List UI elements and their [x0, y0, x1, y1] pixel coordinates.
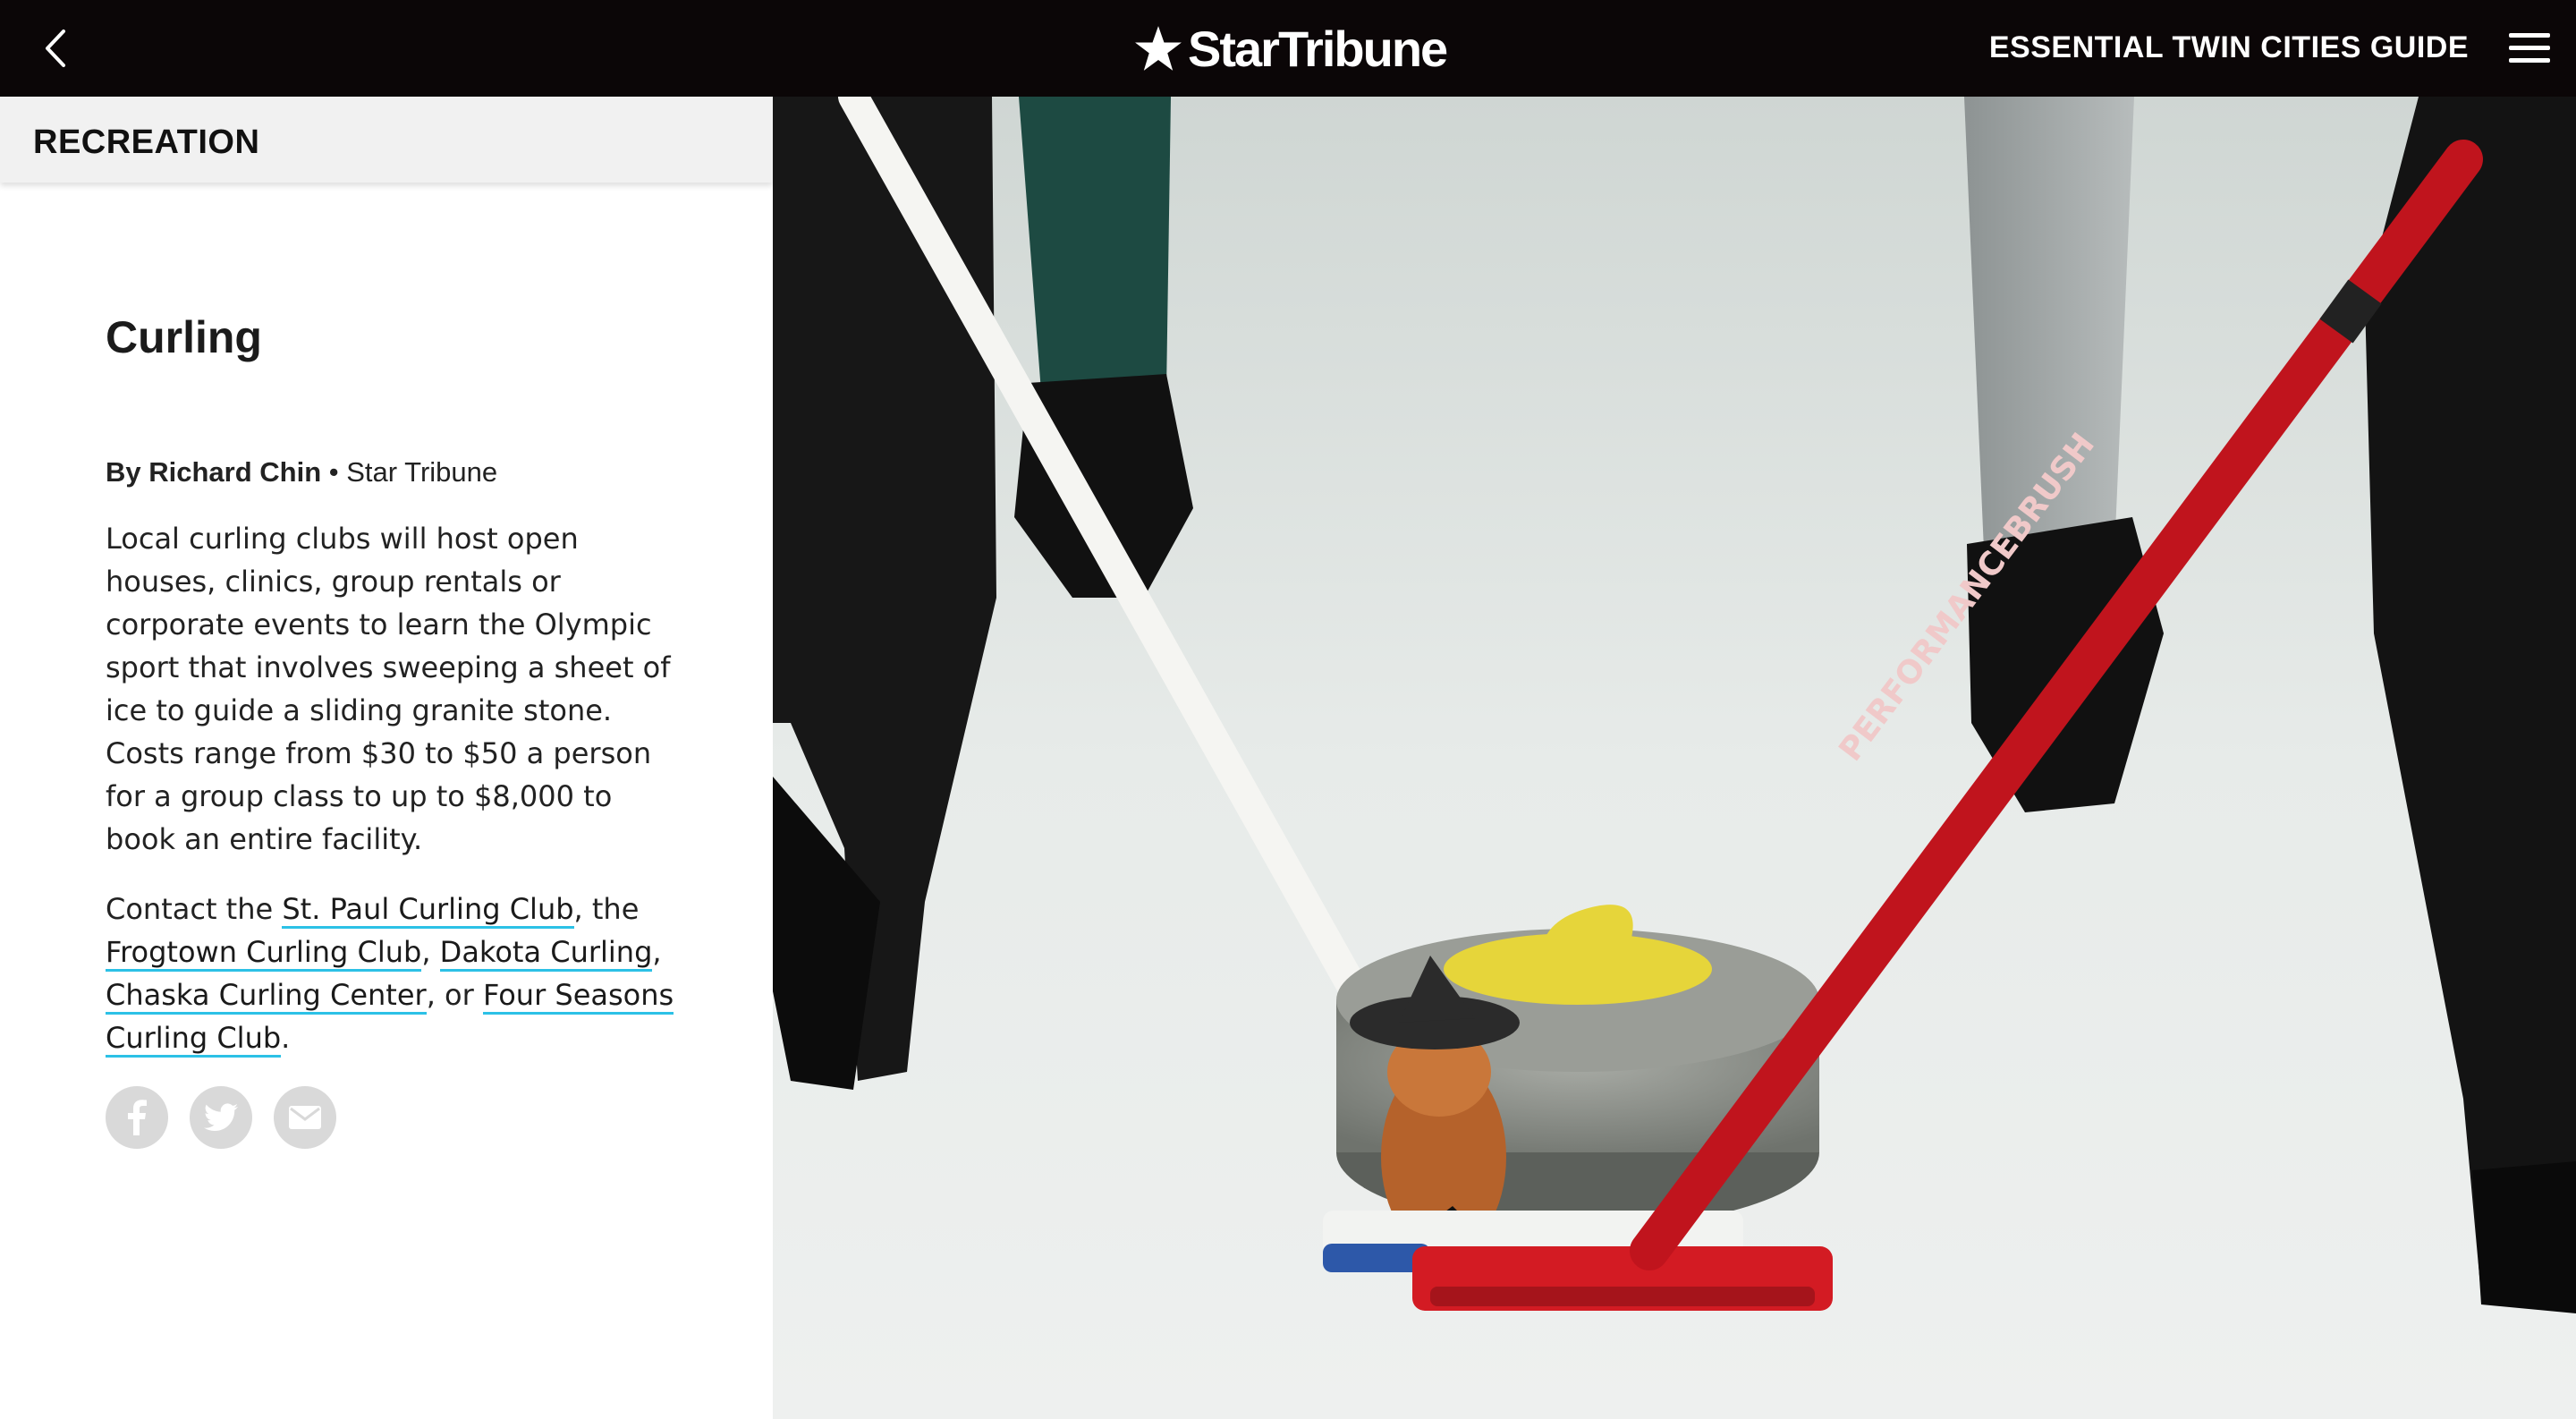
curling-illustration: PERFORMANCEBRUSH	[773, 97, 2576, 1419]
byline-source: Star Tribune	[346, 456, 498, 488]
article-paragraph: Local curling clubs will host open house…	[106, 522, 671, 856]
contact-suffix: .	[281, 1021, 291, 1055]
contact-separator: , the	[573, 892, 640, 926]
share-buttons	[106, 1086, 678, 1149]
star-icon	[1135, 26, 1182, 71]
logo-text: StarTribune	[1188, 20, 1448, 77]
share-twitter-button[interactable]	[190, 1086, 252, 1149]
hamburger-menu-icon	[2509, 33, 2550, 63]
section-header: RECREATION	[0, 97, 773, 183]
link-dakota-curling[interactable]: Dakota Curling	[439, 935, 653, 972]
share-email-button[interactable]	[274, 1086, 336, 1149]
share-facebook-button[interactable]	[106, 1086, 168, 1149]
email-icon	[289, 1106, 321, 1129]
hero-photo-curling: PERFORMANCEBRUSH	[773, 97, 2576, 1419]
chevron-left-icon	[46, 30, 65, 67]
contact-separator: , or	[426, 978, 483, 1012]
back-button[interactable]	[27, 20, 84, 77]
link-chaska-curling-center[interactable]: Chaska Curling Center	[106, 978, 427, 1015]
startribune-logo[interactable]: StarTribune	[1134, 16, 1448, 81]
article-content: Curling By Richard Chin • Star Tribune L…	[106, 311, 678, 1149]
contact-prefix: Contact the	[106, 892, 283, 926]
byline-separator: •	[321, 456, 347, 488]
article-sidebar: RECREATION Curling By Richard Chin • Sta…	[0, 97, 773, 1419]
article-title: Curling	[106, 312, 262, 362]
contact-paragraph: Contact the St. Paul Curling Club, the F…	[106, 888, 678, 1059]
facebook-icon	[128, 1100, 147, 1135]
menu-button[interactable]	[2503, 23, 2556, 73]
section-label: RECREATION	[33, 123, 260, 161]
essential-guide-link[interactable]: ESSENTIAL TWIN CITIES GUIDE	[1989, 30, 2469, 65]
byline: By Richard Chin • Star Tribune	[106, 456, 678, 489]
contact-separator: ,	[421, 935, 440, 969]
top-navigation-bar: StarTribune ESSENTIAL TWIN CITIES GUIDE	[0, 0, 2576, 97]
byline-author: By Richard Chin	[106, 456, 322, 488]
twitter-icon	[204, 1103, 238, 1132]
link-frogtown-curling-club[interactable]: Frogtown Curling Club	[106, 935, 422, 972]
link-st-paul-curling-club[interactable]: St. Paul Curling Club	[282, 892, 574, 929]
contact-separator: ,	[652, 935, 662, 969]
